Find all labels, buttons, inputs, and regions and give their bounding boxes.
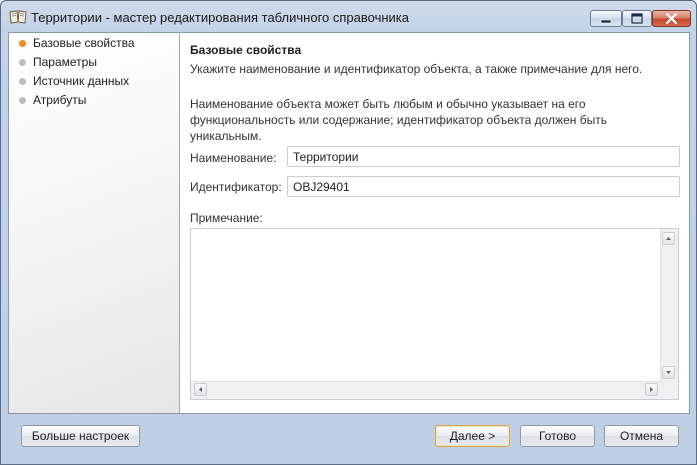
note-label: Примечание: xyxy=(190,211,263,225)
minimize-icon xyxy=(591,11,621,26)
page-title: Базовые свойства xyxy=(190,43,302,57)
sidebar-item-base-properties[interactable]: Базовые свойства xyxy=(9,35,177,53)
scroll-up-arrow-icon[interactable] xyxy=(662,232,675,245)
name-input[interactable] xyxy=(287,146,680,167)
scroll-right-arrow-icon[interactable] xyxy=(645,383,658,396)
step-panel: Базовые свойства Укажите наименование и … xyxy=(180,33,689,413)
step-dot-icon xyxy=(19,40,26,47)
step-dot-icon xyxy=(19,59,26,66)
cancel-button[interactable]: Отмена xyxy=(604,425,679,447)
sidebar-item-label: Атрибуты xyxy=(33,93,87,107)
identifier-label: Идентификатор: xyxy=(190,180,282,194)
sidebar-item-data-source[interactable]: Источник данных xyxy=(9,73,177,91)
step-dot-icon xyxy=(19,97,26,104)
sidebar-item-label: Базовые свойства xyxy=(33,36,135,50)
page-subtitle: Укажите наименование и идентификатор объ… xyxy=(190,62,643,76)
scroll-corner xyxy=(661,382,678,399)
sidebar-item-label: Источник данных xyxy=(33,74,130,88)
wizard-steps-sidebar: Базовые свойства Параметры Источник данн… xyxy=(9,33,180,413)
name-label: Наименование: xyxy=(190,151,277,165)
minimize-button[interactable] xyxy=(590,10,622,27)
close-button[interactable] xyxy=(652,10,691,27)
scroll-left-arrow-icon[interactable] xyxy=(194,383,207,396)
title-bar[interactable]: Территории - мастер редактирования табли… xyxy=(1,1,696,32)
maximize-button[interactable] xyxy=(622,10,652,27)
book-icon xyxy=(9,10,27,24)
wizard-window: Территории - мастер редактирования табли… xyxy=(0,0,697,465)
horizontal-scrollbar[interactable] xyxy=(191,381,661,399)
sidebar-item-label: Параметры xyxy=(33,55,97,69)
sidebar-item-parameters[interactable]: Параметры xyxy=(9,54,177,72)
identifier-input[interactable] xyxy=(287,176,680,197)
vertical-scrollbar[interactable] xyxy=(660,229,678,382)
window-title: Территории - мастер редактирования табли… xyxy=(31,10,409,25)
finish-button[interactable]: Готово xyxy=(520,425,595,447)
sidebar-item-attributes[interactable]: Атрибуты xyxy=(9,92,177,110)
note-textarea[interactable] xyxy=(190,228,679,400)
maximize-icon xyxy=(623,11,651,26)
wizard-content: Базовые свойства Параметры Источник данн… xyxy=(8,32,690,414)
scroll-down-arrow-icon[interactable] xyxy=(662,366,675,379)
close-icon xyxy=(653,11,690,26)
next-button[interactable]: Далее > xyxy=(435,425,510,447)
more-settings-button[interactable]: Больше настроек xyxy=(21,425,140,447)
step-dot-icon xyxy=(19,78,26,85)
page-description: Наименование объекта может быть любым и … xyxy=(190,97,607,143)
